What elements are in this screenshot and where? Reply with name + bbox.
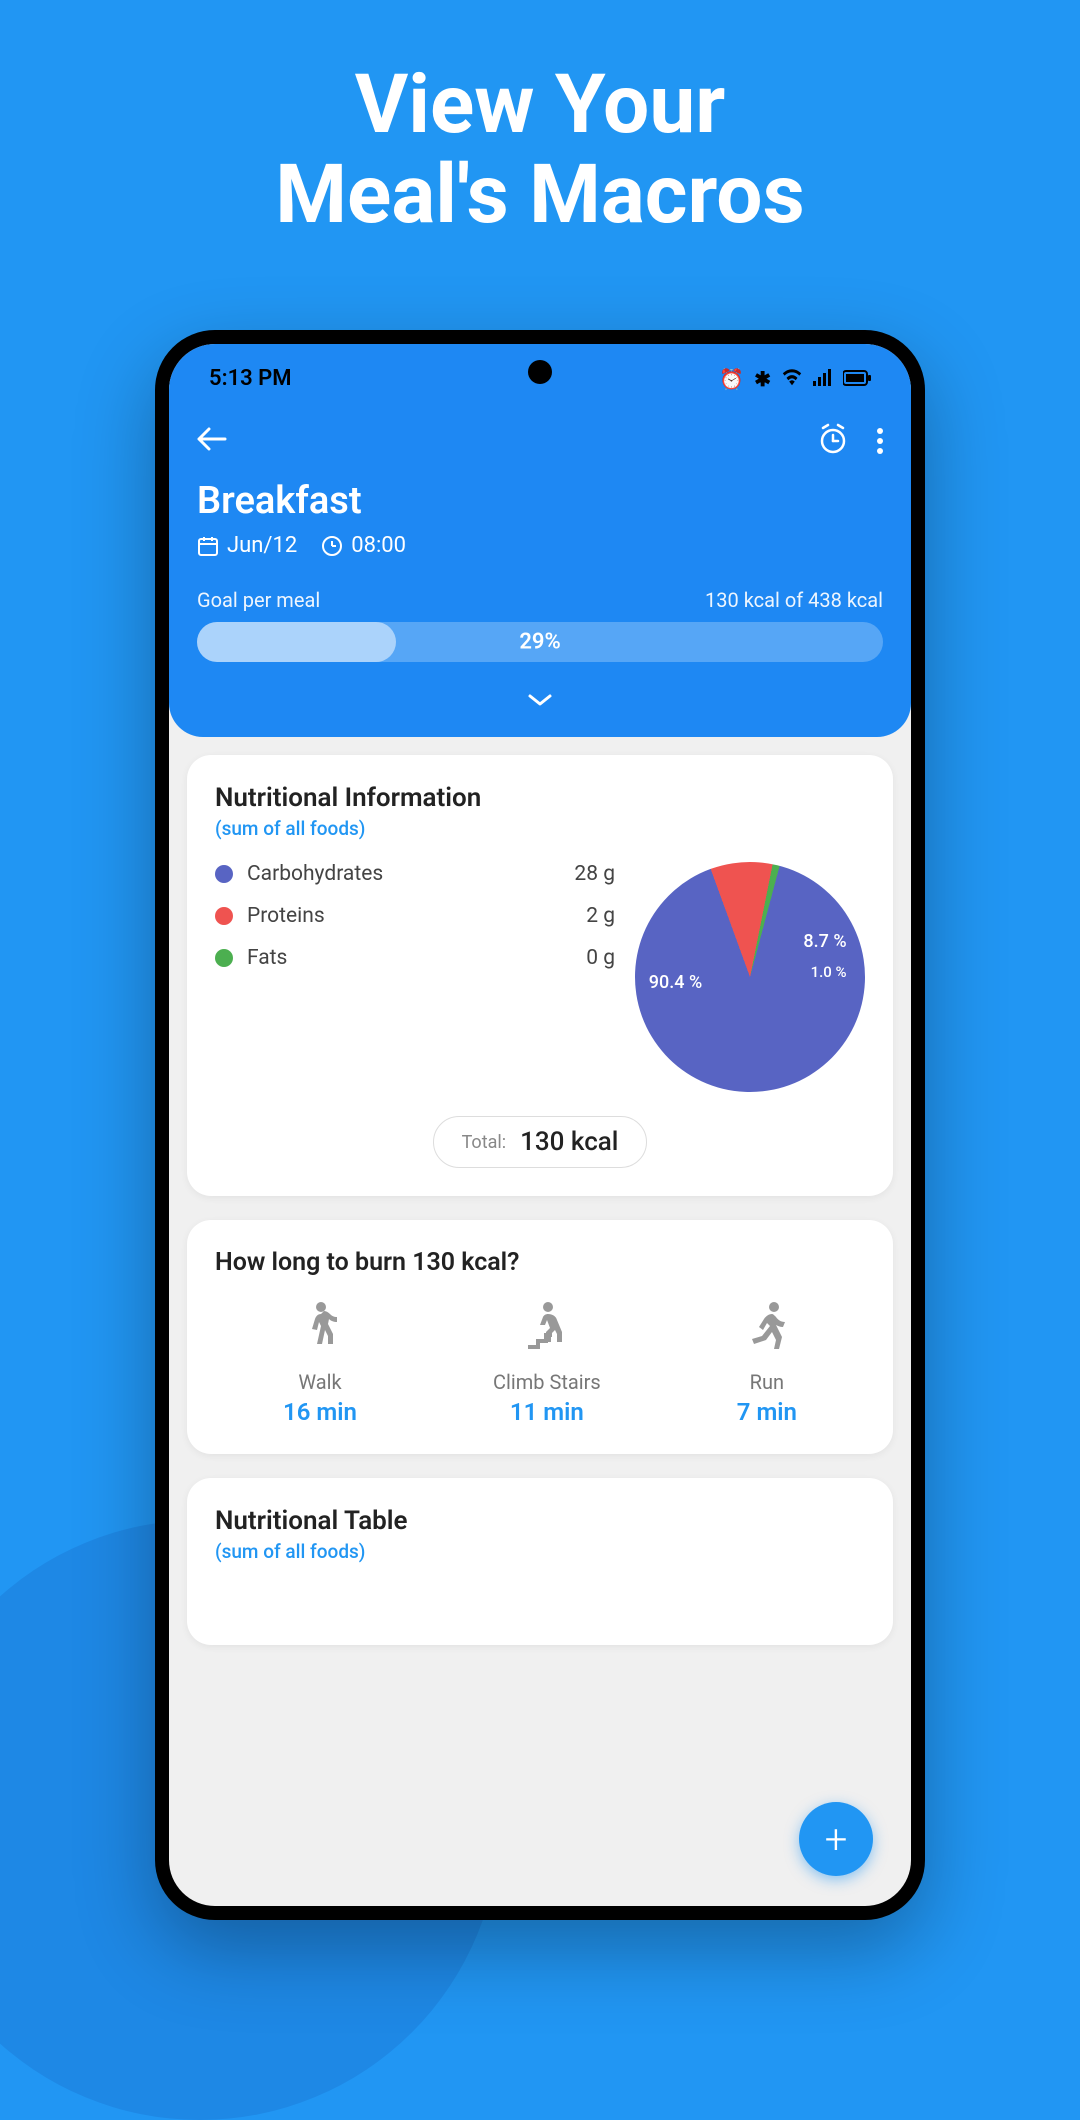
burn-card: How long to burn 130 kcal? Walk 16 min C <box>187 1220 893 1454</box>
nutrient-name: Fats <box>247 946 586 970</box>
table-title: Nutritional Table <box>215 1506 865 1536</box>
color-dot <box>215 865 233 883</box>
meal-title: Breakfast <box>197 479 883 523</box>
activity-name: Walk <box>283 1370 357 1394</box>
walk-icon <box>283 1301 357 1360</box>
phone-frame: 5:13 PM ⏰ ✱ <box>155 330 925 1920</box>
activity-time: 16 min <box>283 1398 357 1426</box>
nutrient-protein: Proteins 2 g <box>215 904 615 928</box>
activity-stairs: Climb Stairs 11 min <box>493 1301 601 1426</box>
pie-label-main: 90.4 % <box>649 972 702 993</box>
promo-line2: Meal's Macros <box>275 147 804 243</box>
nutrient-value: 28 g <box>574 862 615 886</box>
goal-status: 130 kcal of 438 kcal <box>705 588 883 612</box>
activity-name: Run <box>737 1370 797 1394</box>
color-dot <box>215 907 233 925</box>
activity-name: Climb Stairs <box>493 1370 601 1394</box>
pie-chart: 90.4 % 8.7 % 1.0 % <box>635 862 865 1092</box>
nutrition-title: Nutritional Information <box>215 783 865 813</box>
stairs-icon <box>493 1301 601 1360</box>
pie-label-third: 1.0 % <box>811 963 847 981</box>
total-label: Total: <box>462 1132 507 1153</box>
date-text: Jun/12 <box>227 533 297 558</box>
bluetooth-icon: ✱ <box>754 367 771 391</box>
progress-fill <box>197 622 396 662</box>
activity-walk: Walk 16 min <box>283 1301 357 1426</box>
nutrient-carbs: Carbohydrates 28 g <box>215 862 615 886</box>
signal-icon <box>813 367 833 391</box>
nutrient-name: Carbohydrates <box>247 862 574 886</box>
nutrition-subtitle: (sum of all foods) <box>215 817 865 840</box>
nutrition-card: Nutritional Information (sum of all food… <box>187 755 893 1196</box>
promo-title: View Your Meal's Macros <box>0 0 1080 280</box>
status-icons: ⏰ ✱ <box>719 367 871 391</box>
clock-icon <box>321 535 343 557</box>
alarm-icon: ⏰ <box>719 367 744 391</box>
nutrient-name: Proteins <box>247 904 586 928</box>
nutrient-value: 0 g <box>586 946 615 970</box>
activity-time: 7 min <box>737 1398 797 1426</box>
run-icon <box>737 1301 797 1360</box>
pie-label-second: 8.7 % <box>803 931 846 952</box>
status-time: 5:13 PM <box>209 366 292 391</box>
goal-label: Goal per meal <box>197 588 320 612</box>
screen: 5:13 PM ⏰ ✱ <box>169 344 911 1906</box>
total-badge: Total: 130 kcal <box>433 1116 648 1168</box>
camera-notch <box>528 360 552 384</box>
back-button[interactable] <box>197 424 227 459</box>
activity-run: Run 7 min <box>737 1301 797 1426</box>
meal-time[interactable]: 08:00 <box>321 533 406 558</box>
meal-date[interactable]: Jun/12 <box>197 533 297 558</box>
add-button[interactable]: + <box>799 1802 873 1876</box>
total-value: 130 kcal <box>520 1127 618 1157</box>
nutrient-fats: Fats 0 g <box>215 946 615 970</box>
activity-time: 11 min <box>493 1398 601 1426</box>
alarm-button[interactable] <box>817 423 849 459</box>
promo-line1: View Your <box>355 57 726 153</box>
calendar-icon <box>197 535 219 557</box>
burn-title: How long to burn 130 kcal? <box>215 1248 865 1277</box>
progress-bar: 29% <box>197 622 883 662</box>
nutrition-list: Carbohydrates 28 g Proteins 2 g Fats 0 g <box>215 862 615 1092</box>
expand-button[interactable] <box>197 682 883 715</box>
meal-header: Breakfast Jun/12 08:00 Goal per meal 130… <box>169 405 911 737</box>
wifi-icon <box>781 367 803 391</box>
table-subtitle: (sum of all foods) <box>215 1540 865 1563</box>
table-card: Nutritional Table (sum of all foods) <box>187 1478 893 1645</box>
battery-icon <box>843 367 871 391</box>
menu-button[interactable] <box>877 428 883 454</box>
nutrient-value: 2 g <box>586 904 615 928</box>
progress-text: 29% <box>519 630 560 655</box>
color-dot <box>215 949 233 967</box>
time-text: 08:00 <box>351 533 406 558</box>
